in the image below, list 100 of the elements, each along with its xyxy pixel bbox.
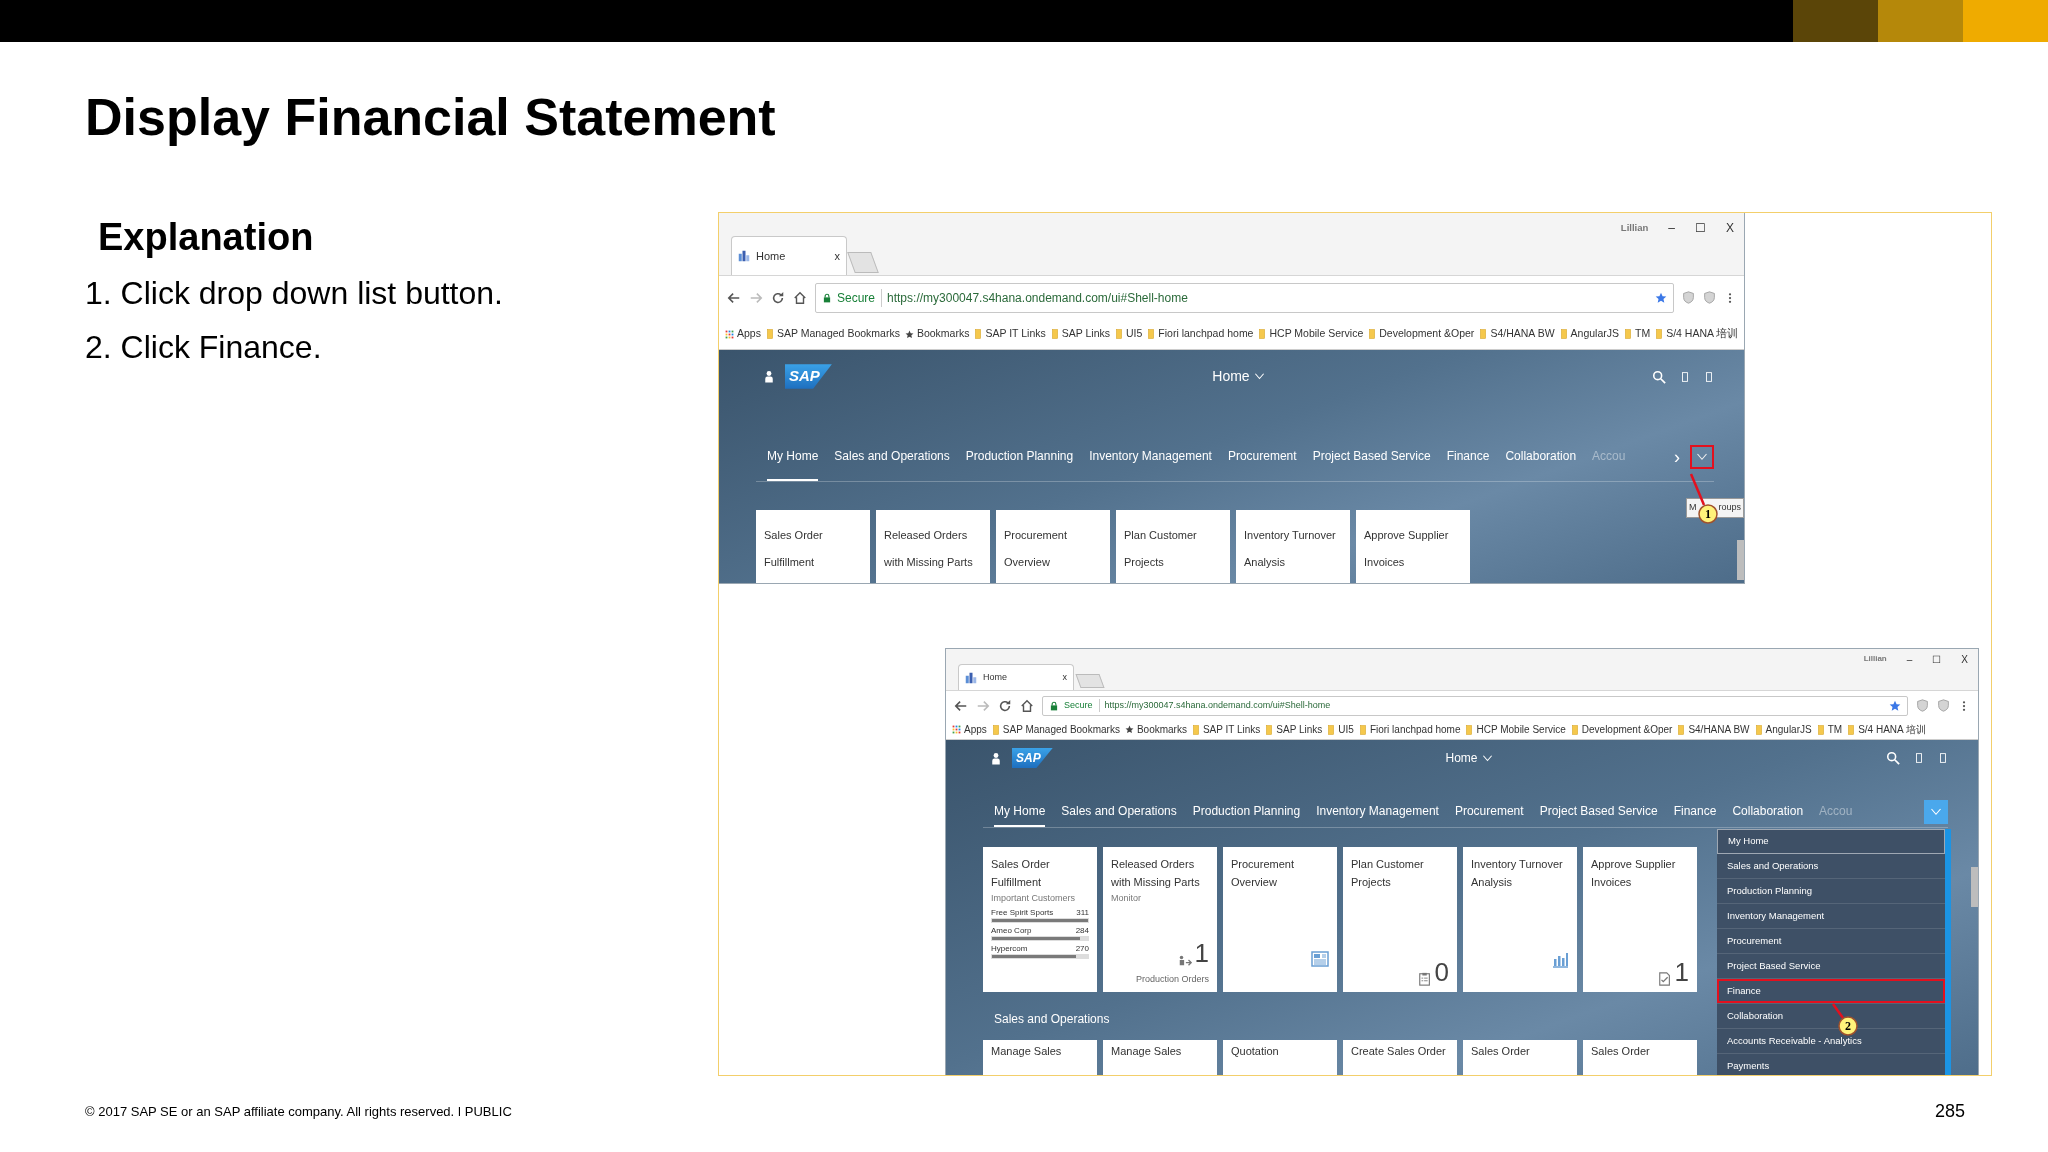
bookmark[interactable]: SAP Managed Bookmarks: [991, 722, 1120, 737]
app-tile[interactable]: Manage Sales: [983, 1040, 1097, 1075]
close-tab-button[interactable]: x: [834, 247, 840, 265]
bookmark[interactable]: S/4 HANA 培训: [1655, 326, 1739, 342]
bookmark[interactable]: Development &Oper: [1570, 722, 1673, 737]
menu-item[interactable]: Sales and Operations: [1717, 854, 1945, 879]
home-icon[interactable]: [1020, 698, 1034, 713]
menu-item[interactable]: Production Planning: [1717, 879, 1945, 904]
bookmark[interactable]: S4/HANA BW: [1677, 722, 1750, 737]
bookmark[interactable]: HCP Mobile Service: [1258, 326, 1364, 342]
nav-tab[interactable]: Inventory Management: [1316, 796, 1439, 827]
app-tile[interactable]: Procurement Overview: [996, 510, 1110, 583]
bookmark[interactable]: TM: [1624, 326, 1651, 342]
nav-tab[interactable]: Inventory Management: [1089, 433, 1212, 481]
back-icon[interactable]: [954, 698, 968, 713]
nav-tab[interactable]: Procurement: [1454, 796, 1524, 827]
app-tile[interactable]: Approve Supplier Invoices: [1356, 510, 1470, 583]
browser-tab[interactable]: Home x: [958, 664, 1074, 690]
nav-tab[interactable]: Project Based Service: [1312, 433, 1431, 481]
menu-item[interactable]: Finance: [1717, 979, 1945, 1004]
app-tile[interactable]: Plan Customer Projects 0: [1343, 847, 1457, 992]
browser-tab[interactable]: Home x: [731, 236, 847, 275]
menu-item[interactable]: My Home: [1717, 829, 1945, 854]
nav-tab[interactable]: My Home: [994, 796, 1046, 827]
app-tile[interactable]: Manage Sales: [1103, 1040, 1217, 1075]
bookmark[interactable]: Fiori lanchpad home: [1358, 722, 1461, 737]
minimize-button[interactable]: –: [1668, 219, 1675, 237]
bookmark[interactable]: SAP Managed Bookmarks: [765, 326, 900, 342]
menu-item[interactable]: Project Based Service: [1717, 954, 1945, 979]
bookmark[interactable]: Apps: [952, 722, 987, 737]
scroll-right-button[interactable]: ›: [1674, 443, 1680, 471]
nav-tab[interactable]: Finance: [1446, 433, 1490, 481]
shield-icon[interactable]: [1682, 291, 1695, 305]
bookmark[interactable]: AngularJS: [1754, 722, 1812, 737]
bookmark[interactable]: S/4 HANA 培训: [1847, 722, 1926, 737]
app-tile[interactable]: Inventory Turnover Analysis: [1463, 847, 1577, 992]
scrollbar-thumb[interactable]: [1737, 540, 1744, 580]
reload-icon[interactable]: [998, 698, 1012, 713]
close-tab-button[interactable]: x: [1062, 670, 1067, 685]
bookmark[interactable]: Development &Oper: [1368, 326, 1475, 342]
rectangle-icon[interactable]: [1914, 751, 1924, 765]
nav-tab[interactable]: Sales and Operations: [834, 433, 950, 481]
nav-tab[interactable]: Project Based Service: [1539, 796, 1658, 827]
reload-icon[interactable]: [771, 290, 785, 305]
bookmark[interactable]: UI5: [1115, 326, 1143, 342]
app-tile[interactable]: Sales Order: [1583, 1040, 1697, 1075]
star-icon[interactable]: [1889, 699, 1901, 712]
bookmark[interactable]: Apps: [725, 326, 761, 342]
menu-item[interactable]: Payments: [1717, 1054, 1945, 1075]
app-tile[interactable]: Sales Order: [1463, 1040, 1577, 1075]
menu-item[interactable]: Procurement: [1717, 929, 1945, 954]
bookmark[interactable]: HCP Mobile Service: [1465, 722, 1566, 737]
address-bar[interactable]: Secure https://my300047.s4hana.ondemand.com/ui#Shell-home: [815, 282, 1674, 313]
bookmark[interactable]: S4/HANA BW: [1479, 326, 1555, 342]
nav-tab[interactable]: My Home: [767, 433, 819, 481]
nav-tab[interactable]: Collaboration: [1505, 433, 1577, 481]
bookmark[interactable]: SAP Links: [1050, 326, 1110, 342]
shield-icon[interactable]: [1937, 699, 1950, 712]
app-tile[interactable]: Inventory Turnover Analysis: [1236, 510, 1350, 583]
bookmark[interactable]: SAP Links: [1265, 722, 1323, 737]
bookmark[interactable]: SAP IT Links: [1191, 722, 1261, 737]
app-tile[interactable]: Sales Order Fulfillment: [756, 510, 870, 583]
bookmark[interactable]: Bookmarks: [1124, 722, 1187, 737]
app-tile[interactable]: Plan Customer Projects: [1116, 510, 1230, 583]
home-icon[interactable]: [793, 290, 807, 305]
nav-tab[interactable]: Sales and Operations: [1061, 796, 1177, 827]
bookmark[interactable]: Bookmarks: [904, 326, 970, 342]
nav-tab[interactable]: Procurement: [1227, 433, 1297, 481]
bookmark[interactable]: AngularJS: [1559, 326, 1619, 342]
star-icon[interactable]: [1655, 291, 1667, 304]
search-icon[interactable]: [1886, 751, 1900, 765]
nav-tab[interactable]: Production Planning: [965, 433, 1074, 481]
bookmark[interactable]: Fiori lanchpad home: [1147, 326, 1254, 342]
minimize-button[interactable]: –: [1906, 651, 1913, 667]
app-tile[interactable]: Sales Order Fulfillment Important Customers Free Spirit Sports 311 Ameo Corp 284 Hypercom 270: [983, 847, 1097, 992]
menu-item[interactable]: Inventory Management: [1717, 904, 1945, 929]
app-tile[interactable]: Released Orders with Missing Parts: [876, 510, 990, 583]
home-menu[interactable]: Home: [1212, 366, 1265, 387]
app-tile[interactable]: Procurement Overview: [1223, 847, 1337, 992]
dropdown-button[interactable]: [1924, 799, 1948, 824]
dropdown-button[interactable]: [1690, 445, 1714, 469]
scrollbar-thumb[interactable]: [1971, 867, 1978, 907]
bookmark[interactable]: SAP IT Links: [974, 326, 1046, 342]
close-button[interactable]: X: [1961, 651, 1968, 667]
app-tile[interactable]: Create Sales Order: [1343, 1040, 1457, 1075]
shield-icon[interactable]: [1916, 699, 1929, 712]
rectangle-icon[interactable]: [1680, 369, 1690, 384]
back-icon[interactable]: [727, 290, 741, 305]
home-menu[interactable]: Home: [1445, 749, 1493, 767]
bookmark[interactable]: UI5: [1327, 722, 1354, 737]
maximize-button[interactable]: ☐: [1932, 651, 1942, 667]
maximize-button[interactable]: ☐: [1695, 219, 1706, 237]
nav-tab[interactable]: Finance: [1673, 796, 1717, 827]
app-tile[interactable]: Approve Supplier Invoices 1: [1583, 847, 1697, 992]
nav-tab[interactable]: Collaboration: [1732, 796, 1804, 827]
person-icon[interactable]: [990, 750, 1002, 766]
person-icon[interactable]: [763, 369, 775, 384]
rectangle-icon[interactable]: [1704, 369, 1714, 384]
search-icon[interactable]: [1652, 369, 1666, 384]
close-button[interactable]: X: [1726, 219, 1734, 237]
